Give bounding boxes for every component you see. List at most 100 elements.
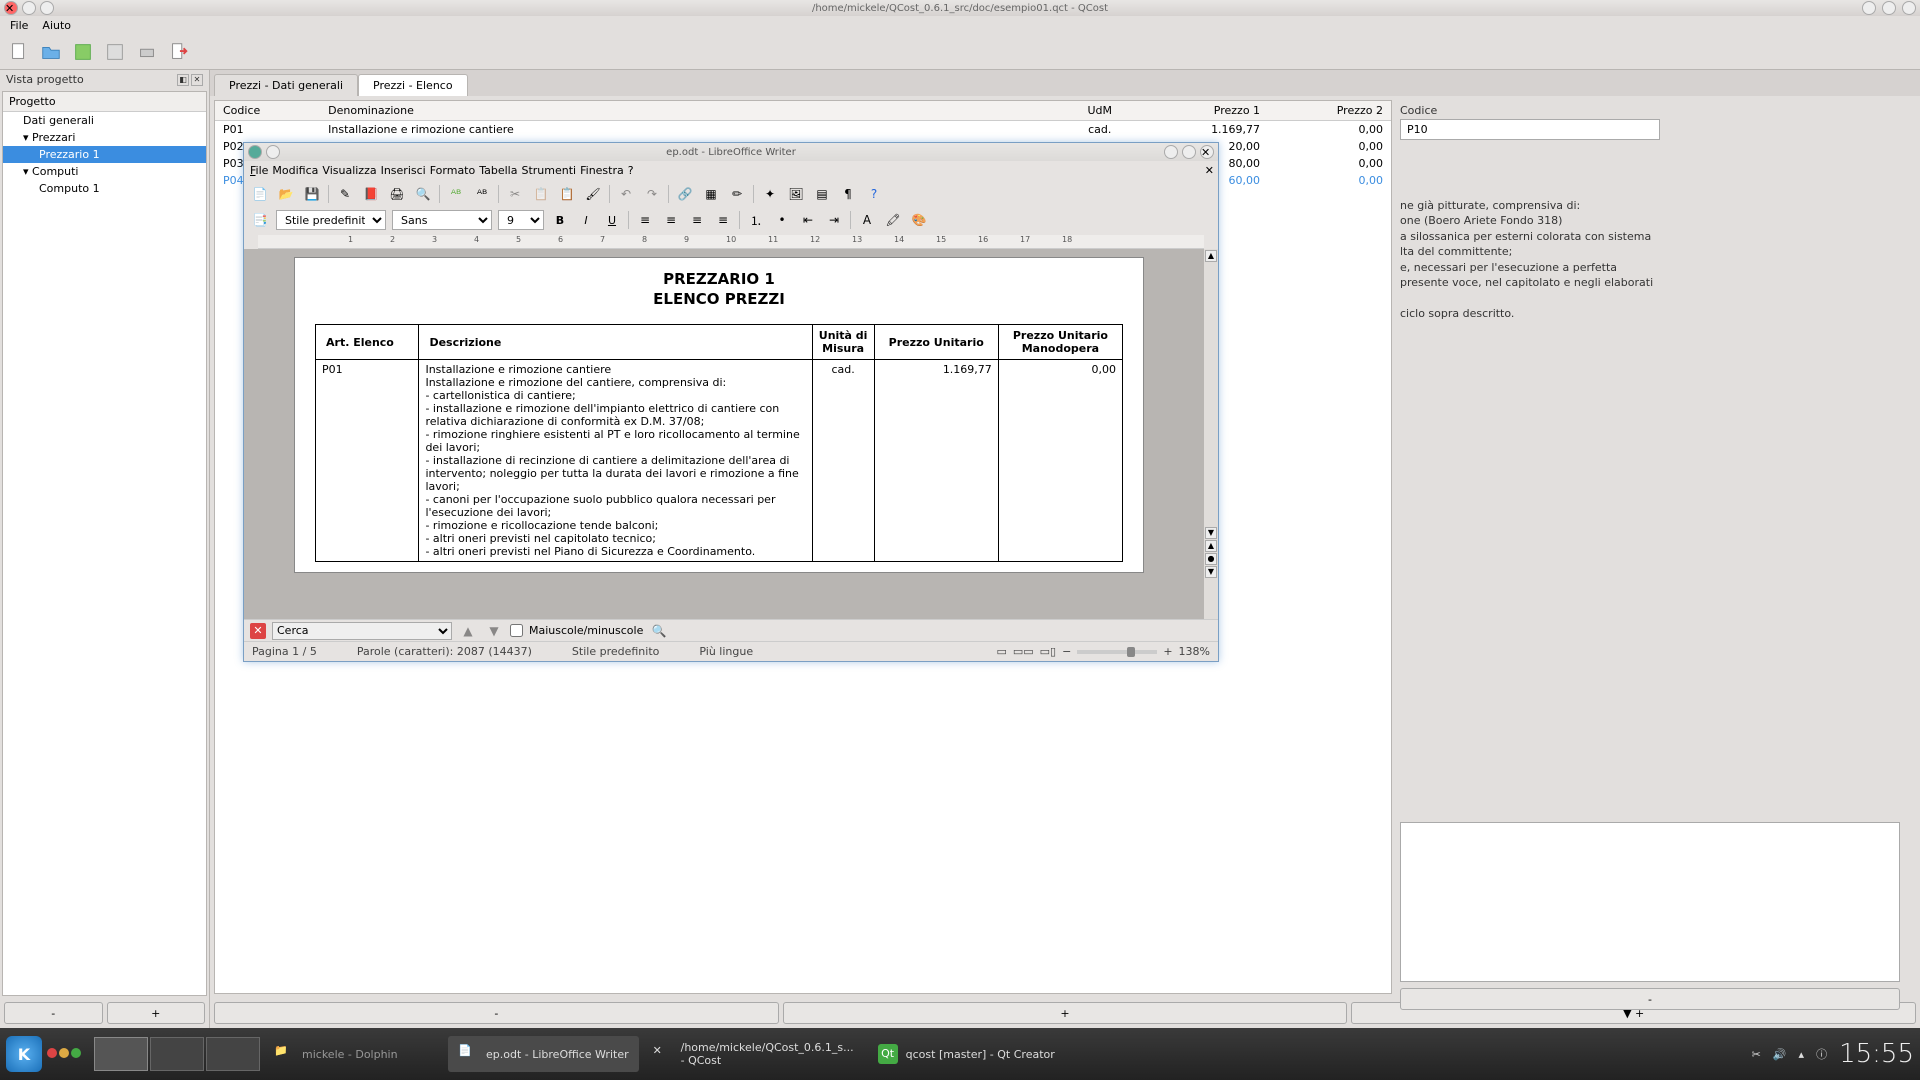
tree-item-dati-generali[interactable]: Dati generali	[3, 112, 206, 129]
col-p1[interactable]: Prezzo 1	[1140, 101, 1268, 121]
lo-size-select[interactable]: 9	[498, 210, 544, 230]
desktop-pager[interactable]	[94, 1037, 260, 1071]
scroll-up-icon[interactable]: ▲	[1205, 250, 1217, 262]
zoom-in-icon[interactable]: +	[1163, 645, 1172, 658]
lo-pdf-icon[interactable]: 📕	[361, 184, 381, 204]
scroll-down-icon[interactable]: ▼	[1205, 527, 1217, 539]
lo-help-icon[interactable]: ?	[864, 184, 884, 204]
lo-preview-icon[interactable]: 🔍	[413, 184, 433, 204]
col-p2[interactable]: Prezzo 2	[1268, 101, 1391, 121]
tree-item-computi[interactable]: ▾ Computi	[3, 163, 206, 180]
col-udm[interactable]: UdM	[1060, 101, 1140, 121]
lo-document-page[interactable]: PREZZARIO 1 ELENCO PREZZI Art. Elenco De…	[294, 257, 1144, 573]
tree-item-prezzari[interactable]: ▾ Prezzari	[3, 129, 206, 146]
saveas-icon[interactable]	[104, 41, 126, 63]
taskbar-clock[interactable]: 15:55	[1839, 1039, 1914, 1069]
lo-style-select[interactable]: Stile predefinito	[276, 210, 386, 230]
lo-print-icon[interactable]: 🖨	[387, 184, 407, 204]
zoom-value[interactable]: 138%	[1179, 645, 1210, 658]
tree-item-prezzario1[interactable]: Prezzario 1	[3, 146, 206, 163]
detail-textarea[interactable]	[1400, 822, 1900, 982]
lo-menu-file[interactable]: FFileile	[250, 164, 268, 177]
lo-link-icon[interactable]: 🔗	[675, 184, 695, 204]
lo-paste-icon[interactable]: 📋	[557, 184, 577, 204]
sidebar-add-button[interactable]: +	[107, 1002, 206, 1024]
search-close-icon[interactable]: ✕	[250, 623, 266, 639]
task-qtcreator[interactable]: Qt qcost [master] - Qt Creator	[868, 1036, 1065, 1072]
lo-pencil-icon[interactable]: ✎	[335, 184, 355, 204]
lo-highlight-icon[interactable]: 🖍	[883, 210, 903, 230]
tab-dati-generali[interactable]: Prezzi - Dati generali	[214, 74, 358, 96]
kmenu-icon[interactable]: K	[6, 1036, 42, 1072]
lo-align-justify-icon[interactable]: ≡	[713, 210, 733, 230]
lo-pilcrow-icon[interactable]: ¶	[838, 184, 858, 204]
lo-table-icon[interactable]: ▦	[701, 184, 721, 204]
lo-spellcheck-icon[interactable]: ᴬᴮ	[446, 184, 466, 204]
lo-redo-icon[interactable]: ↷	[642, 184, 662, 204]
close-icon[interactable]: ✕	[4, 1, 18, 15]
status-style[interactable]: Stile predefinito	[572, 645, 659, 658]
activity-dots[interactable]	[46, 1048, 82, 1061]
menu-file[interactable]: File	[4, 17, 34, 34]
scroll-prev-icon[interactable]: ▲	[1205, 540, 1217, 552]
lo-draw-icon[interactable]: ✏	[727, 184, 747, 204]
maximize-icon[interactable]	[40, 1, 54, 15]
lo-save-icon[interactable]: 💾	[302, 184, 322, 204]
lo-bold-icon[interactable]: B	[550, 210, 570, 230]
row-add-button[interactable]: +	[783, 1002, 1348, 1024]
lo-underline-icon[interactable]: U	[602, 210, 622, 230]
lo-menu-inserisci[interactable]: Inserisci	[381, 164, 426, 177]
open-icon[interactable]	[40, 41, 62, 63]
lo-pin-icon[interactable]	[266, 145, 280, 159]
lo-italic-icon[interactable]: I	[576, 210, 596, 230]
lo-scrollbar[interactable]: ▲ ▼ ▲ ● ▼	[1204, 249, 1218, 619]
sidebar-detach-icon[interactable]: ◧	[177, 74, 189, 86]
lo-font-color-icon[interactable]: A	[857, 210, 877, 230]
min-icon[interactable]	[1862, 1, 1876, 15]
lo-menu-visualizza[interactable]: Visualizza	[322, 164, 376, 177]
lo-doc-close-icon[interactable]: ✕	[1205, 164, 1214, 177]
row-remove-button[interactable]: -	[214, 1002, 779, 1024]
search-input[interactable]: Cerca	[272, 622, 452, 640]
lo-align-center-icon[interactable]: ≡	[661, 210, 681, 230]
menu-aiuto[interactable]: Aiuto	[36, 17, 77, 34]
col-denom[interactable]: Denominazione	[320, 101, 1060, 121]
lo-brush-icon[interactable]: 🖌	[583, 184, 603, 204]
lo-align-right-icon[interactable]: ≡	[687, 210, 707, 230]
lo-menu-strumenti[interactable]: Strumenti	[521, 164, 576, 177]
lo-menu-finestra[interactable]: Finestra	[580, 164, 624, 177]
lo-maximize-icon[interactable]	[1182, 145, 1196, 159]
new-icon[interactable]	[8, 41, 30, 63]
search-prev-icon[interactable]: ▲	[458, 621, 478, 641]
sidebar-close-icon[interactable]: ✕	[191, 74, 203, 86]
lo-menu-help[interactable]: ?	[628, 164, 634, 177]
scroll-dot-icon[interactable]: ●	[1205, 553, 1217, 565]
lo-align-left-icon[interactable]: ≡	[635, 210, 655, 230]
lo-undo-icon[interactable]: ↶	[616, 184, 636, 204]
view-multi-icon[interactable]: ▭▭	[1013, 645, 1034, 658]
lo-font-select[interactable]: Sans	[392, 210, 492, 230]
volume-tray-icon[interactable]: 🔊	[1773, 1048, 1787, 1061]
clipboard-tray-icon[interactable]: ✂	[1752, 1048, 1761, 1061]
lo-menu-formato[interactable]: Formato	[430, 164, 476, 177]
lo-menu-modifica[interactable]: Modifica	[272, 164, 318, 177]
lo-minimize-icon[interactable]	[1164, 145, 1178, 159]
max-icon[interactable]	[1882, 1, 1896, 15]
view-single-icon[interactable]: ▭	[996, 645, 1006, 658]
task-dolphin[interactable]: 📁 mickele - Dolphin	[264, 1036, 444, 1072]
save-icon[interactable]	[72, 41, 94, 63]
lo-menu-tabella[interactable]: Tabella	[479, 164, 517, 177]
lo-numbered-icon[interactable]: ⒈	[746, 210, 766, 230]
status-words[interactable]: Parole (caratteri): 2087 (14437)	[357, 645, 532, 658]
col-codice[interactable]: Codice	[215, 101, 320, 121]
tree-item-computo1[interactable]: Computo 1	[3, 180, 206, 197]
sidebar-remove-button[interactable]: -	[4, 1002, 103, 1024]
lo-nav-icon[interactable]: ✦	[760, 184, 780, 204]
search-case-checkbox[interactable]	[510, 624, 523, 637]
zoom-slider[interactable]	[1077, 650, 1157, 654]
task-libreoffice[interactable]: 📄 ep.odt - LibreOffice Writer	[448, 1036, 639, 1072]
zoom-out-icon[interactable]: −	[1062, 645, 1071, 658]
print-icon[interactable]	[136, 41, 158, 63]
scroll-next-icon[interactable]: ▼	[1205, 566, 1217, 578]
status-lang[interactable]: Più lingue	[699, 645, 753, 658]
